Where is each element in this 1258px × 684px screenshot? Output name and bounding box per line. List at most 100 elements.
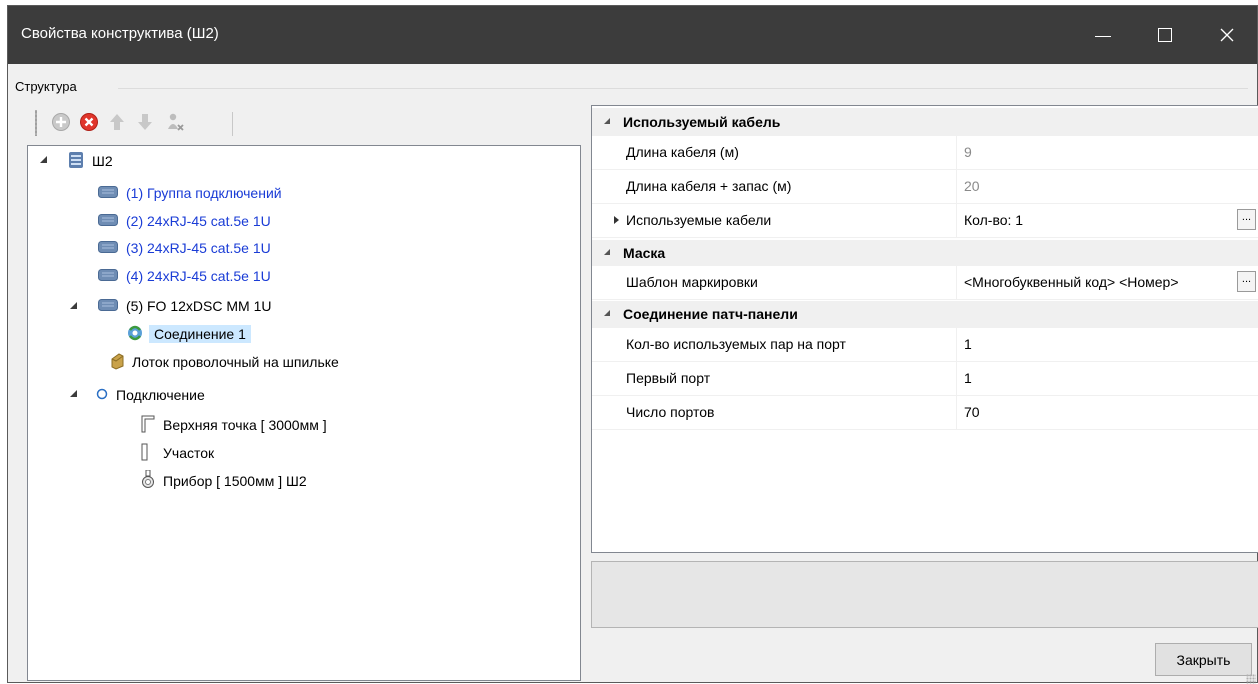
prop-name: Используемые кабели — [626, 212, 772, 228]
unlink-button[interactable] — [164, 111, 186, 133]
structure-group-label: Структура — [15, 79, 80, 94]
close-icon — [1220, 28, 1234, 42]
column-divider — [956, 328, 957, 361]
tree-item-panel-3[interactable]: (3) 24xRJ-45 cat.5e 1U — [98, 237, 271, 259]
add-button[interactable] — [50, 111, 72, 133]
category-label: Используемый кабель — [623, 114, 781, 130]
expander-icon[interactable] — [70, 390, 78, 398]
tree-item-label: Лоток проволочный на шпильке — [132, 354, 339, 370]
minimize-icon — [1095, 35, 1111, 37]
tree-item-label: Верхняя точка [ 3000мм ] — [163, 417, 327, 433]
prop-value[interactable]: 20 — [964, 178, 1234, 194]
tree-item-label: Участок — [163, 445, 215, 461]
tree-item-connection-1[interactable]: Соединение 1 — [125, 323, 251, 345]
prop-ports-count[interactable]: Число портов 70 — [592, 396, 1258, 430]
add-icon — [52, 113, 70, 131]
column-divider — [956, 136, 957, 169]
column-divider — [956, 396, 957, 429]
panel-icon — [98, 298, 118, 314]
tree-item-top-point[interactable]: Верхняя точка [ 3000мм ] — [141, 414, 327, 436]
delete-icon — [80, 113, 98, 131]
prop-first-port[interactable]: Первый порт 1 — [592, 362, 1258, 396]
prop-pairs-per-port[interactable]: Кол-во используемых пар на порт 1 — [592, 328, 1258, 362]
panel-icon — [98, 213, 118, 229]
tree-item-label: Прибор [ 1500мм ] Ш2 — [163, 473, 307, 489]
tree-item-tray[interactable]: Лоток проволочный на шпильке — [110, 351, 339, 373]
category-mask[interactable]: Маска — [592, 240, 1258, 266]
column-divider — [956, 362, 957, 395]
prop-value[interactable]: 1 — [964, 336, 1234, 352]
structure-tree[interactable]: Ш2 (1) Группа подключений (2) 24xRJ-45 c… — [27, 145, 581, 681]
tree-item-panel-2[interactable]: (2) 24xRJ-45 cat.5e 1U — [98, 210, 271, 232]
prop-name: Шаблон маркировки — [626, 274, 758, 290]
title-bar[interactable]: Свойства конструктива (Ш2) — [8, 6, 1257, 64]
delete-button[interactable] — [78, 111, 100, 133]
expander-icon[interactable] — [40, 156, 48, 164]
expand-icon[interactable] — [614, 216, 619, 224]
tree-item-segment[interactable]: Участок — [141, 442, 214, 464]
collapse-icon[interactable] — [604, 118, 610, 124]
group-divider — [118, 88, 1248, 89]
ellipsis-button[interactable]: ... — [1237, 271, 1256, 292]
tree-item-label: (4) 24xRJ-45 cat.5e 1U — [126, 268, 271, 284]
column-divider — [956, 266, 957, 299]
corner-icon — [141, 415, 155, 436]
prop-name: Длина кабеля (м) — [626, 144, 739, 160]
minimize-button[interactable] — [1072, 6, 1134, 64]
maximize-icon — [1158, 28, 1172, 42]
tree-item-device[interactable]: Прибор [ 1500мм ] Ш2 — [141, 469, 307, 493]
toolbar-separator — [232, 112, 233, 136]
prop-value[interactable]: <Многобуквенный код> <Номер> — [964, 274, 1236, 290]
properties-window: Свойства конструктива (Ш2) Структура Ш2 … — [7, 5, 1258, 684]
prop-name: Длина кабеля + запас (м) — [626, 178, 792, 194]
panel-icon — [98, 240, 118, 256]
prop-value[interactable]: 70 — [964, 404, 1234, 420]
expander-icon[interactable] — [70, 302, 78, 310]
cabinet-icon — [68, 151, 84, 172]
window-title: Свойства конструктива (Ш2) — [21, 25, 219, 42]
prop-cable-length[interactable]: Длина кабеля (м) 9 — [592, 136, 1258, 170]
tray-icon — [110, 352, 124, 373]
tree-item-panel-5[interactable]: (5) FO 12xDSC MM 1U — [98, 295, 271, 317]
tree-item-label: (2) 24xRJ-45 cat.5e 1U — [126, 213, 271, 229]
collapse-icon[interactable] — [604, 310, 610, 316]
circle-icon — [96, 387, 108, 403]
prop-value[interactable]: 9 — [964, 144, 1234, 160]
property-grid[interactable]: Используемый кабель Длина кабеля (м) 9 Д… — [591, 105, 1258, 553]
close-window-button[interactable] — [1196, 6, 1258, 64]
prop-cable-length-reserve[interactable]: Длина кабеля + запас (м) 20 — [592, 170, 1258, 204]
toolbar-grip[interactable] — [35, 110, 37, 136]
panel-icon — [98, 185, 118, 201]
property-description-panel — [591, 561, 1258, 628]
prop-name: Число портов — [626, 404, 715, 420]
unlink-icon — [168, 113, 184, 131]
segment-icon — [141, 443, 149, 464]
close-button[interactable]: Закрыть — [1155, 643, 1252, 676]
prop-used-cables[interactable]: Используемые кабели Кол-во: 1 ... — [592, 204, 1258, 238]
connection-icon — [125, 324, 145, 345]
prop-value[interactable]: 1 — [964, 370, 1234, 386]
category-patch-panel[interactable]: Соединение патч-панели — [592, 301, 1258, 328]
prop-marking-template[interactable]: Шаблон маркировки <Многобуквенный код> <… — [592, 266, 1258, 300]
prop-name: Первый порт — [626, 370, 711, 386]
tree-item-label: Соединение 1 — [149, 325, 251, 343]
tree-item-connection[interactable]: Подключение — [96, 384, 205, 406]
move-up-icon — [110, 114, 124, 130]
collapse-icon[interactable] — [604, 249, 610, 255]
tree-item-label: (3) 24xRJ-45 cat.5e 1U — [126, 240, 271, 256]
tree-item-label: (5) FO 12xDSC MM 1U — [126, 298, 272, 314]
category-used-cable[interactable]: Используемый кабель — [592, 108, 1258, 136]
move-down-icon — [138, 114, 152, 130]
device-icon — [141, 469, 155, 493]
prop-value[interactable]: Кол-во: 1 — [964, 212, 1234, 228]
maximize-button[interactable] — [1134, 6, 1196, 64]
move-up-button[interactable] — [106, 111, 128, 133]
tree-item-panel-4[interactable]: (4) 24xRJ-45 cat.5e 1U — [98, 265, 271, 287]
column-divider — [956, 204, 957, 237]
ellipsis-button[interactable]: ... — [1237, 209, 1256, 230]
category-label: Соединение патч-панели — [623, 306, 798, 322]
column-divider — [956, 170, 957, 203]
tree-item-sh2[interactable]: Ш2 — [68, 150, 113, 172]
tree-item-group[interactable]: (1) Группа подключений — [98, 182, 282, 204]
move-down-button[interactable] — [134, 111, 156, 133]
